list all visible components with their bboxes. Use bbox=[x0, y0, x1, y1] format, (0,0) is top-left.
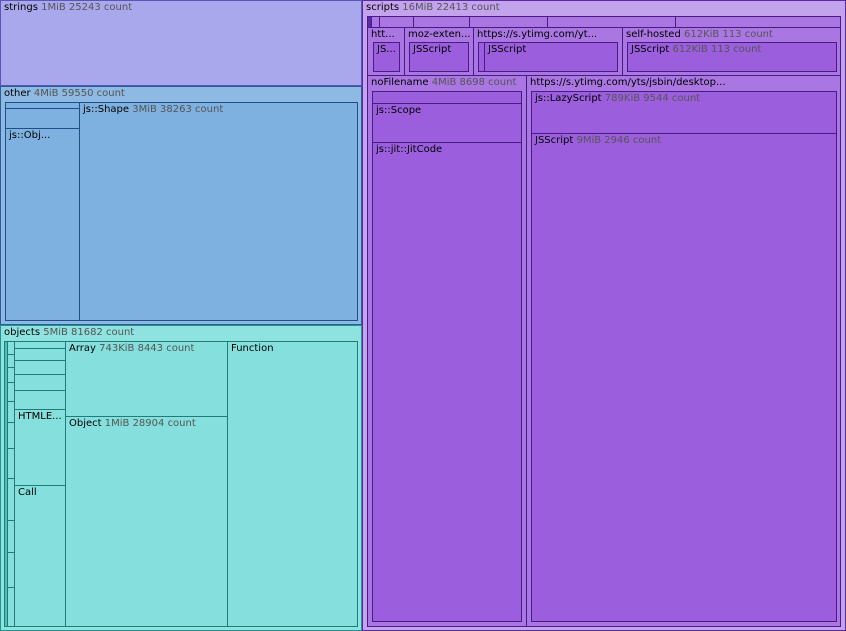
self-hosted-jsscript-node[interactable]: JSScript 612KiB 113 count bbox=[627, 42, 837, 72]
moz-extension-jsscript-label: JSScript bbox=[413, 44, 452, 55]
moz-extension-node[interactable]: moz-exten... JSScript bbox=[404, 27, 474, 76]
js-scope-node[interactable]: js::Scope bbox=[372, 103, 522, 143]
other-label: other bbox=[4, 88, 31, 99]
no-filename-label: noFilename bbox=[371, 77, 429, 88]
js-jit-jitcode-label: js::jit::JitCode bbox=[376, 144, 443, 155]
strings-node[interactable]: strings 1MiB 25243 count bbox=[0, 0, 362, 86]
scripts-meta: 16MiB 22413 count bbox=[402, 2, 500, 13]
object-node[interactable]: Object 1MiB 28904 count bbox=[65, 416, 228, 627]
js-shape-label: js::Shape bbox=[83, 104, 130, 115]
self-hosted-label: self-hosted bbox=[626, 29, 681, 40]
htt-jsscript-node[interactable]: JS... bbox=[373, 42, 400, 72]
js-lazyscript-node[interactable]: js::LazyScript 789KiB 9544 count bbox=[531, 91, 837, 134]
ytimg-yt-label: https://s.ytimg.com/yt... bbox=[477, 29, 598, 40]
jsbin-node[interactable]: https://s.ytimg.com/yts/jsbin/desktop...… bbox=[526, 75, 841, 627]
js-scope-label: js::Scope bbox=[376, 105, 422, 116]
objects-small-node[interactable] bbox=[14, 360, 66, 375]
ytimg-yt-jsscript-node[interactable]: JSScript bbox=[484, 42, 618, 72]
htt-jsscript-label: JS... bbox=[377, 44, 396, 55]
strings-meta: 1MiB 25243 count bbox=[41, 2, 133, 13]
objects-node[interactable]: objects 5MiB 81682 count HTMLE... Call A… bbox=[0, 325, 362, 631]
moz-extension-jsscript-node[interactable]: JSScript bbox=[409, 42, 469, 72]
call-node[interactable]: Call bbox=[14, 485, 66, 627]
objects-meta: 5MiB 81682 count bbox=[43, 327, 135, 338]
js-obj-node[interactable]: js::Obj... bbox=[5, 128, 80, 321]
self-hosted-jsscript-label: JSScript bbox=[631, 44, 670, 55]
self-hosted-node[interactable]: self-hosted 612KiB 113 count JSScript 61… bbox=[622, 27, 841, 76]
ytimg-yt-jsscript-label: JSScript bbox=[488, 44, 527, 55]
js-shape-meta: 3MiB 38263 count bbox=[132, 104, 224, 115]
object-label: Object bbox=[69, 418, 102, 429]
js-obj-label: js::Obj... bbox=[9, 130, 51, 141]
ytimg-yt-node[interactable]: https://s.ytimg.com/yt... JSScript bbox=[473, 27, 623, 76]
js-lazyscript-label: js::LazyScript bbox=[535, 93, 602, 104]
no-filename-meta: 4MiB 8698 count bbox=[431, 77, 517, 88]
jsbin-jsscript-node[interactable]: JSScript 9MiB 2946 count bbox=[531, 133, 837, 622]
array-node[interactable]: Array 743KiB 8443 count bbox=[65, 341, 228, 417]
other-meta: 4MiB 59550 count bbox=[33, 88, 125, 99]
function-label: Function bbox=[231, 343, 274, 354]
moz-extension-label: moz-exten... bbox=[408, 29, 471, 40]
objects-label: objects bbox=[4, 327, 41, 338]
jsbin-jsscript-label: JSScript bbox=[535, 135, 574, 146]
htt-node[interactable]: htt... JS... bbox=[367, 27, 405, 76]
jsbin-label: https://s.ytimg.com/yts/jsbin/desktop... bbox=[530, 77, 726, 88]
other-small-node[interactable] bbox=[5, 108, 80, 129]
js-shape-node[interactable]: js::Shape 3MiB 38263 count bbox=[79, 102, 358, 321]
objects-small-node[interactable] bbox=[14, 374, 66, 391]
objects-small-node[interactable] bbox=[14, 390, 66, 410]
scripts-node[interactable]: scripts 16MiB 22413 count htt... JS... m… bbox=[362, 0, 846, 631]
call-label: Call bbox=[18, 487, 37, 498]
no-filename-node[interactable]: noFilename 4MiB 8698 count js::Scope js:… bbox=[367, 75, 527, 627]
array-meta: 743KiB 8443 count bbox=[99, 343, 195, 354]
self-hosted-meta: 612KiB 113 count bbox=[684, 29, 773, 40]
jsbin-jsscript-meta: 9MiB 2946 count bbox=[576, 135, 662, 146]
function-node[interactable]: Function bbox=[227, 341, 358, 627]
object-meta: 1MiB 28904 count bbox=[104, 418, 196, 429]
array-label: Array bbox=[69, 343, 96, 354]
scripts-label: scripts bbox=[366, 2, 400, 13]
htmle-node[interactable]: HTMLE... bbox=[14, 409, 66, 486]
js-jit-jitcode-node[interactable]: js::jit::JitCode bbox=[372, 142, 522, 622]
other-node[interactable]: other 4MiB 59550 count js::Obj... js::Sh… bbox=[0, 86, 362, 325]
self-hosted-jsscript-meta: 612KiB 113 count bbox=[672, 44, 762, 55]
htmle-label: HTMLE... bbox=[18, 411, 62, 422]
js-lazyscript-meta: 789KiB 9544 count bbox=[604, 93, 701, 104]
htt-label: htt... bbox=[371, 29, 395, 40]
strings-label: strings bbox=[4, 2, 38, 13]
